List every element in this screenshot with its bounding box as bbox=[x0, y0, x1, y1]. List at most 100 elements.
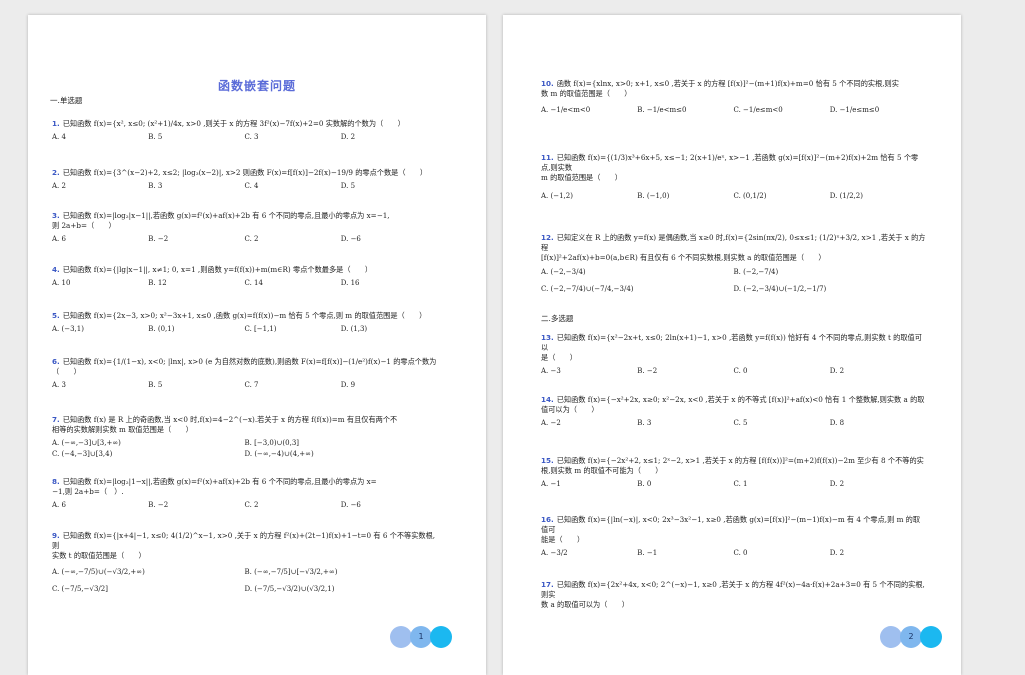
option-a: A. −3 bbox=[541, 367, 561, 375]
question-stem: 已知函数 f(x)={x², x≤0; (x²+1)/4x, x>0 ,则关于 … bbox=[62, 119, 405, 128]
option-c: C. (−7/5,−√3/2] bbox=[52, 585, 108, 593]
option-b: B. 3 bbox=[148, 182, 163, 190]
question-14: 14. 已知函数 f(x)={−x²+2x, x≥0; x²−2x, x<0 ,若… bbox=[541, 395, 926, 428]
option-b: B. 5 bbox=[148, 133, 163, 141]
option-d: D. 2 bbox=[829, 480, 845, 488]
option-c: C. (−4,−3]∪[3,4) bbox=[52, 450, 113, 458]
question-stem: 已知函数 f(x)={2x²+4x, x<0; 2^(−x)−1, x≥0 ,若… bbox=[541, 580, 925, 609]
page-number: 2 bbox=[908, 632, 914, 641]
option-b: B. −1/e<m≤0 bbox=[637, 106, 687, 114]
option-d: D. (1,3) bbox=[340, 325, 368, 333]
question-10: 10. 函数 f(x)={xlnx, x>0; x+1, x≤0 ,若关于 x 的… bbox=[541, 79, 926, 115]
option-a: A. −2 bbox=[541, 419, 561, 427]
option-b: B. −2 bbox=[148, 501, 169, 509]
question-number: 17. bbox=[541, 580, 554, 589]
question-stem: 已知函数 f(x)={(1/3)x³+6x+5, x≤−1; 2(x+1)/eˣ… bbox=[541, 153, 919, 182]
option-c: C. 14 bbox=[244, 279, 263, 287]
page-number: 1 bbox=[418, 632, 424, 641]
question-number: 3. bbox=[52, 211, 60, 220]
option-b: B. 0 bbox=[637, 480, 652, 488]
option-a: A. 2 bbox=[52, 182, 66, 190]
question-number: 4. bbox=[52, 265, 60, 274]
page-number-badge: 2 bbox=[880, 626, 950, 649]
question-stem: 已知定义在 R 上的函数 y=f(x) 是偶函数,当 x≥0 时,f(x)={2… bbox=[541, 233, 926, 262]
option-a: A. −1/e<m<0 bbox=[541, 106, 591, 114]
option-d: D. 2 bbox=[829, 367, 845, 375]
question-stem: 已知函数 f(x)={|lg|x−1||, x≠1; 0, x=1 ,则函数 y… bbox=[62, 265, 373, 274]
option-a: A. (−∞,−7/5)∪(−√3/2,+∞) bbox=[52, 568, 145, 576]
option-d: D. 16 bbox=[340, 279, 360, 287]
question-number: 14. bbox=[541, 395, 554, 404]
question-stem: 已知函数 f(x)={x²−2x+t, x≤0; 2ln(x+1)−1, x>0… bbox=[541, 333, 922, 362]
question-number: 11. bbox=[541, 153, 554, 162]
question-8: 8. 已知函数 f(x)=|log₂|1−x||,若函数 g(x)=f²(x)+a… bbox=[52, 477, 437, 510]
question-stem: 函数 f(x)={xlnx, x>0; x+1, x≤0 ,若关于 x 的方程 … bbox=[541, 79, 899, 98]
option-b: B. 5 bbox=[148, 381, 163, 389]
option-b: B. (−∞,−7/5]∪[−√3/2,+∞) bbox=[244, 568, 338, 576]
question-number: 15. bbox=[541, 456, 554, 465]
option-d: D. 8 bbox=[829, 419, 845, 427]
option-a: A. (−3,1) bbox=[52, 325, 84, 333]
option-d: D. 9 bbox=[340, 381, 356, 389]
option-c: C. 4 bbox=[244, 182, 259, 190]
question-17: 17. 已知函数 f(x)={2x²+4x, x<0; 2^(−x)−1, x≥0… bbox=[541, 580, 926, 610]
question-7: 7. 已知函数 f(x) 是 R 上的奇函数,当 x<0 时,f(x)=4−2^(… bbox=[52, 415, 437, 460]
option-d: D. −6 bbox=[340, 235, 361, 243]
question-number: 7. bbox=[52, 415, 60, 424]
option-c: C. (0,1/2) bbox=[733, 192, 767, 200]
option-c: C. −1/e≤m<0 bbox=[733, 106, 783, 114]
question-2: 2. 已知函数 f(x)={3^(x−2)+2, x≤2; |log₃(x−2)|… bbox=[52, 168, 437, 191]
question-6: 6. 已知函数 f(x)={1/(1−x), x<0; |lnx|, x>0 (e… bbox=[52, 357, 437, 390]
option-d: D. 2 bbox=[340, 133, 356, 141]
question-stem: 已知函数 f(x)={−x²+2x, x≥0; x²−2x, x<0 ,若关于 … bbox=[541, 395, 925, 414]
option-c: C. 7 bbox=[244, 381, 259, 389]
question-number: 2. bbox=[52, 168, 60, 177]
question-4: 4. 已知函数 f(x)={|lg|x−1||, x≠1; 0, x=1 ,则函数… bbox=[52, 265, 437, 288]
question-stem: 已知函数 f(x)=|log₂|x−1||,若函数 g(x)=f²(x)+af(… bbox=[52, 211, 390, 230]
option-a: A. 6 bbox=[52, 235, 66, 243]
question-number: 1. bbox=[52, 119, 60, 128]
option-b: B. [−3,0)∪(0,3] bbox=[244, 439, 300, 447]
option-a: A. −1 bbox=[541, 480, 561, 488]
option-b: B. (−1,0) bbox=[637, 192, 670, 200]
option-d: D. −6 bbox=[340, 501, 361, 509]
question-15: 15. 已知函数 f(x)={−2x²+2, x≤1; 2ˣ−2, x>1 ,若关… bbox=[541, 456, 926, 489]
option-d: D. (−∞,−4)∪(4,+∞) bbox=[244, 450, 314, 458]
option-b: B. −2 bbox=[637, 367, 658, 375]
question-9: 9. 已知函数 f(x)={|x+4|−1, x≤0; 4(1/2)^x−1, x… bbox=[52, 531, 437, 595]
option-d: D. 2 bbox=[829, 549, 845, 557]
question-number: 12. bbox=[541, 233, 554, 242]
option-c: C. 1 bbox=[733, 480, 748, 488]
question-number: 6. bbox=[52, 357, 60, 366]
page-number-badge: 1 bbox=[390, 626, 460, 649]
question-16: 16. 已知函数 f(x)={|ln(−x)|, x<0; 2x³−3x²−1, … bbox=[541, 515, 926, 558]
option-d: D. 5 bbox=[340, 182, 356, 190]
section-heading-multiple-choice: 二.多选题 bbox=[541, 314, 574, 323]
option-d: D. −1/e≤m≤0 bbox=[829, 106, 880, 114]
question-13: 13. 已知函数 f(x)={x²−2x+t, x≤0; 2ln(x+1)−1, … bbox=[541, 333, 926, 376]
question-1: 1. 已知函数 f(x)={x², x≤0; (x²+1)/4x, x>0 ,则关… bbox=[52, 119, 437, 142]
option-a: A. −3/2 bbox=[541, 549, 568, 557]
option-c: C. (−2,−7/4)∪(−7/4,−3/4) bbox=[541, 285, 634, 293]
question-stem: 已知函数 f(x)={2x−3, x>0; x²−3x+1, x≤0 ,函数 g… bbox=[62, 311, 427, 320]
option-d: D. (−2,−3/4)∪(−1/2,−1/7) bbox=[733, 285, 827, 293]
question-number: 8. bbox=[52, 477, 60, 486]
section-heading-single-choice: 一.单选题 bbox=[50, 96, 83, 105]
option-c: C. 0 bbox=[733, 549, 748, 557]
question-stem: 已知函数 f(x)={3^(x−2)+2, x≤2; |log₃(x−2)|, … bbox=[62, 168, 428, 177]
option-a: A. 3 bbox=[52, 381, 66, 389]
question-5: 5. 已知函数 f(x)={2x−3, x>0; x²−3x+1, x≤0 ,函数… bbox=[52, 311, 437, 334]
option-d: D. (1/2,2) bbox=[829, 192, 863, 200]
question-12: 12. 已知定义在 R 上的函数 y=f(x) 是偶函数,当 x≥0 时,f(x)… bbox=[541, 233, 926, 295]
document-page-2: 10. 函数 f(x)={xlnx, x>0; x+1, x≤0 ,若关于 x 的… bbox=[503, 15, 961, 675]
question-number: 16. bbox=[541, 515, 554, 524]
question-stem: 已知函数 f(x)={−2x²+2, x≤1; 2ˣ−2, x>1 ,若关于 x… bbox=[541, 456, 924, 475]
document-page-1: 函数嵌套问题 一.单选题 1. 已知函数 f(x)={x², x≤0; (x²+1… bbox=[28, 15, 486, 675]
question-stem: 已知函数 f(x)=|log₂|1−x||,若函数 g(x)=f²(x)+af(… bbox=[52, 477, 377, 496]
option-a: A. (−2,−3/4) bbox=[541, 268, 586, 276]
option-c: C. [−1,1) bbox=[244, 325, 277, 333]
option-b: B. (−2,−7/4) bbox=[733, 268, 779, 276]
option-b: B. −2 bbox=[148, 235, 169, 243]
question-3: 3. 已知函数 f(x)=|log₂|x−1||,若函数 g(x)=f²(x)+a… bbox=[52, 211, 437, 244]
option-d: D. (−7/5,−√3/2)∪(√3/2,1) bbox=[244, 585, 335, 593]
